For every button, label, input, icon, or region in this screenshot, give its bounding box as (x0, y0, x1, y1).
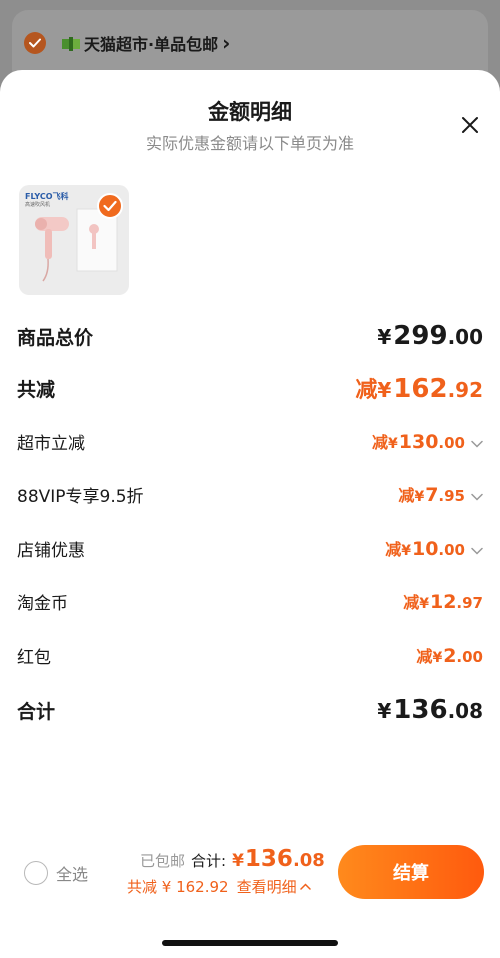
currency-symbol: ¥ (419, 596, 429, 612)
currency-symbol: ¥ (232, 851, 244, 871)
vip-discount-amount: 减 ¥ 7 .95 (398, 482, 483, 506)
reduction-prefix: 减 (385, 540, 402, 559)
reduction-prefix: 减 (403, 593, 420, 612)
chevron-down-icon[interactable] (471, 493, 483, 501)
background-store-name: 天猫超市·单品包邮 (84, 35, 219, 54)
chevron-down-icon[interactable] (471, 440, 483, 448)
amount-integer: 162 (393, 374, 448, 404)
view-detail-label: 查看明细 (236, 877, 297, 896)
saving-line: 共减 ¥ 162.92 查看明细 (127, 876, 311, 896)
supermarket-discount-amount: 减 ¥ 130 .00 (372, 429, 483, 453)
sum-amount: ¥ 136 .08 (377, 695, 483, 725)
chevron-down-icon[interactable] (471, 547, 483, 555)
row-sum: 合计 ¥ 136 .08 (17, 690, 483, 730)
amount-integer: 136 (244, 846, 293, 872)
currency-symbol: ¥ (414, 489, 425, 505)
goods-total-label: 商品总价 (17, 326, 94, 349)
currency-symbol: ¥ (388, 436, 398, 452)
row-total-reduction: 共减 减 ¥ 162 .92 (17, 368, 483, 408)
select-all-radio[interactable] (24, 861, 48, 885)
chevron-up-icon (299, 882, 311, 890)
close-button[interactable] (455, 110, 485, 140)
amount-decimal: .95 (438, 487, 465, 505)
row-goods-total: 商品总价 ¥ 299 .00 (17, 316, 483, 356)
select-all-toggle[interactable]: 全选 (24, 860, 88, 886)
home-indicator (162, 940, 338, 946)
row-hongbao: 红包 减 ¥ 2 .00 (17, 635, 483, 675)
row-supermarket-discount[interactable]: 超市立减 减 ¥ 130 .00 (17, 421, 483, 461)
amount-decimal: .08 (447, 699, 483, 723)
view-detail-link[interactable]: 查看明细 (237, 876, 311, 897)
amount-integer: 130 (398, 431, 439, 453)
sheet-subtitle: 实际优惠金额请以下单页为准 (145, 134, 354, 153)
amount-decimal: .92 (447, 378, 483, 402)
amount-decimal: .97 (456, 594, 483, 612)
amount-integer: 10 (411, 538, 439, 560)
store-discount-amount: 减 ¥ 10 .00 (385, 536, 483, 560)
amount-integer: 299 (393, 321, 448, 351)
total-reduction-amount: 减 ¥ 162 .92 (355, 372, 483, 404)
chevron-right-icon: › (222, 31, 231, 55)
reduction-prefix: 减 (371, 433, 388, 452)
row-vip-discount[interactable]: 88VIP专享9.5折 减 ¥ 7 .95 (17, 474, 483, 514)
amount-decimal: .00 (447, 325, 483, 349)
product-thumbnail[interactable]: FLYCO飞科 高速吹风机 (19, 185, 129, 295)
currency-symbol: ¥ (432, 650, 443, 666)
goods-total-amount: ¥ 299 .00 (377, 321, 483, 351)
background-store-header: 天猫超市·单品包邮 › (62, 30, 230, 56)
select-all-label: 全选 (56, 865, 89, 884)
amount-decimal: .00 (456, 648, 483, 666)
saving-amount: 共减 ¥ 162.92 (127, 877, 229, 896)
hongbao-amount: 减 ¥ 2 .00 (416, 643, 483, 667)
shipped-label: 已包邮 (140, 852, 186, 870)
currency-symbol: ¥ (401, 543, 411, 559)
tmall-logo-icon (62, 36, 80, 51)
vip-discount-label: 88VIP专享9.5折 (17, 486, 144, 507)
checkout-button[interactable]: 结算 (338, 845, 484, 899)
hongbao-label: 红包 (17, 647, 51, 668)
supermarket-discount-label: 超市立减 (17, 433, 85, 454)
sheet-title: 金额明细 (208, 100, 292, 124)
currency-symbol: ¥ (377, 378, 392, 402)
store-check-icon (24, 32, 46, 54)
total-amount: ¥ 136 .08 (232, 846, 325, 872)
product-selected-check-icon[interactable] (97, 193, 123, 219)
taojinbi-amount: 减 ¥ 12 .97 (403, 589, 483, 613)
reduction-prefix: 减 (355, 378, 378, 403)
amount-decimal: .00 (438, 434, 465, 452)
reduction-prefix: 减 (398, 486, 415, 505)
store-discount-label: 店铺优惠 (17, 540, 85, 561)
reduction-prefix: 减 (416, 647, 433, 666)
sum-label: 合计 (17, 700, 56, 723)
currency-symbol: ¥ (377, 325, 392, 349)
total-label: 合计: (191, 852, 227, 870)
close-icon (462, 117, 478, 133)
currency-symbol: ¥ (377, 699, 392, 723)
amount-integer: 12 (429, 591, 457, 613)
row-taojinbi: 淘金币 减 ¥ 12 .97 (17, 581, 483, 621)
amount-detail-sheet: 金额明细 实际优惠金额请以下单页为准 FLYCO飞科 高速吹风机 商品总价 ¥ … (0, 70, 500, 958)
row-store-discount[interactable]: 店铺优惠 减 ¥ 10 .00 (17, 528, 483, 568)
amount-decimal: .00 (438, 541, 465, 559)
total-line: 已包邮 合计: ¥ 136 .08 (140, 846, 325, 874)
total-reduction-label: 共减 (17, 378, 56, 401)
amount-integer: 136 (393, 695, 448, 725)
amount-integer: 7 (425, 484, 439, 506)
taojinbi-label: 淘金币 (17, 593, 68, 614)
amount-decimal: .08 (292, 850, 325, 871)
amount-integer: 2 (443, 645, 457, 667)
